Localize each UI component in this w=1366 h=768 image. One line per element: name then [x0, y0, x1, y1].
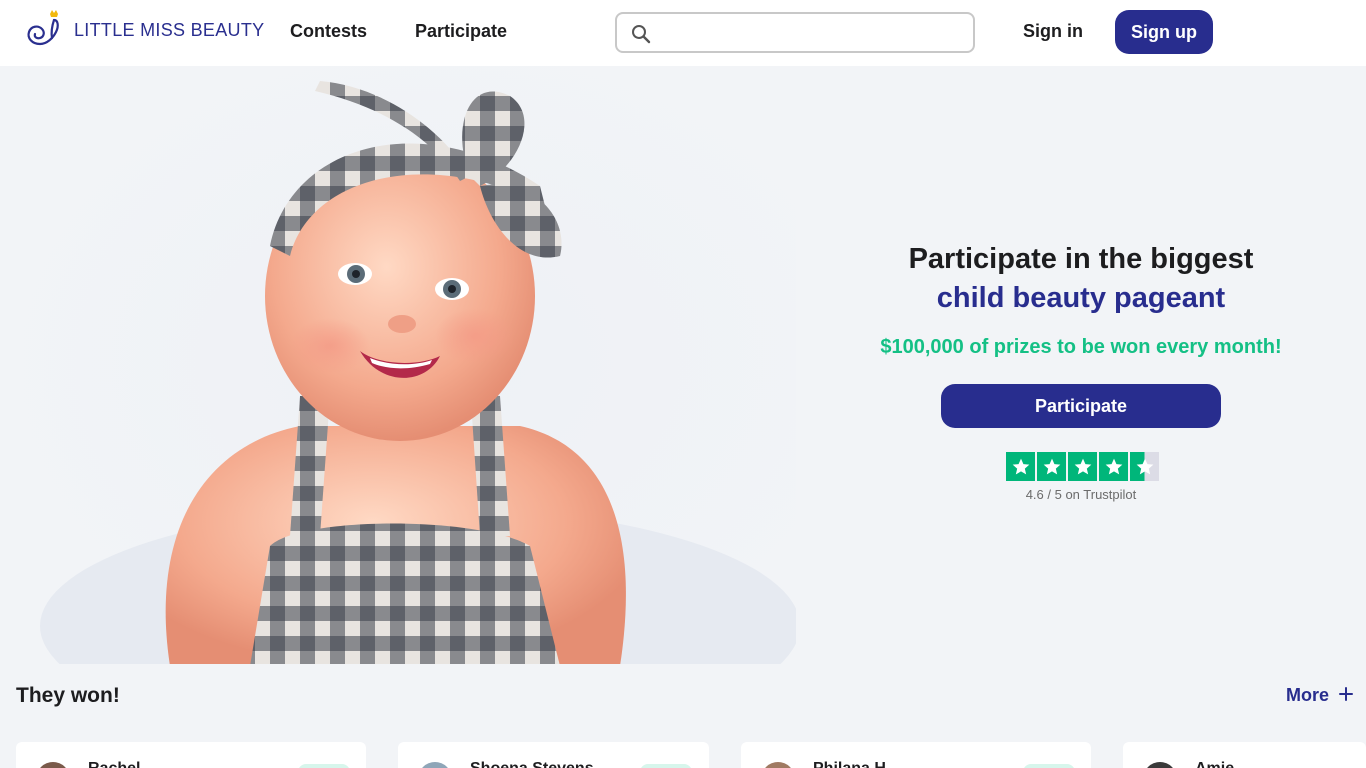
winner-card[interactable]: Philana H.	[741, 742, 1091, 768]
avatar	[1143, 762, 1177, 768]
brand-logo[interactable]: LITTLE MISS BEAUTY	[24, 8, 264, 52]
hero-image	[0, 66, 796, 664]
winner-card[interactable]: Shoena Stevens	[398, 742, 709, 768]
search-field[interactable]	[615, 12, 975, 53]
brand-name: LITTLE MISS BEAUTY	[74, 19, 265, 40]
more-link[interactable]: More	[1286, 685, 1354, 706]
winner-badge	[298, 764, 350, 768]
sign-in-link[interactable]: Sign in	[1023, 21, 1083, 42]
more-label: More	[1286, 685, 1330, 705]
winner-badge	[640, 764, 692, 768]
winner-card[interactable]: Amie	[1123, 742, 1366, 768]
participate-button[interactable]: Participate	[941, 384, 1221, 428]
nav-contests[interactable]: Contests	[290, 21, 367, 42]
star-icon	[1006, 452, 1035, 481]
winner-badge	[1023, 764, 1075, 768]
star-half-icon	[1130, 452, 1159, 481]
winner-name: Amie	[1195, 760, 1234, 768]
winner-name: Philana H.	[813, 760, 890, 768]
avatar	[418, 762, 452, 768]
trustpilot-stars[interactable]	[1006, 452, 1159, 481]
sign-up-button[interactable]: Sign up	[1115, 10, 1213, 54]
avatar	[761, 762, 795, 768]
avatar	[36, 762, 70, 768]
nav-participate[interactable]: Participate	[415, 21, 507, 42]
star-icon	[1068, 452, 1097, 481]
hero-panel: Participate in the biggest child beauty …	[796, 66, 1366, 664]
hero-subtitle: $100,000 of prizes to be won every month…	[880, 336, 1282, 358]
trustpilot-rating-text[interactable]: 4.6 / 5 on Trustpilot	[796, 487, 1366, 502]
site-header: LITTLE MISS BEAUTY Contests Participate …	[0, 0, 1366, 66]
star-icon	[1037, 452, 1066, 481]
winner-name: Rachel	[88, 760, 140, 768]
search-icon	[631, 24, 651, 49]
star-icon	[1099, 452, 1128, 481]
hero-title-highlight: child beauty pageant	[936, 282, 1226, 314]
search-input[interactable]	[661, 20, 961, 46]
plus-icon	[1339, 685, 1354, 706]
winner-name: Shoena Stevens	[470, 760, 594, 768]
winners-title: They won!	[16, 684, 120, 707]
winner-card[interactable]: Rachel	[16, 742, 366, 768]
hero-title: Participate in the biggest	[908, 243, 1254, 275]
swan-crown-icon	[27, 10, 59, 46]
